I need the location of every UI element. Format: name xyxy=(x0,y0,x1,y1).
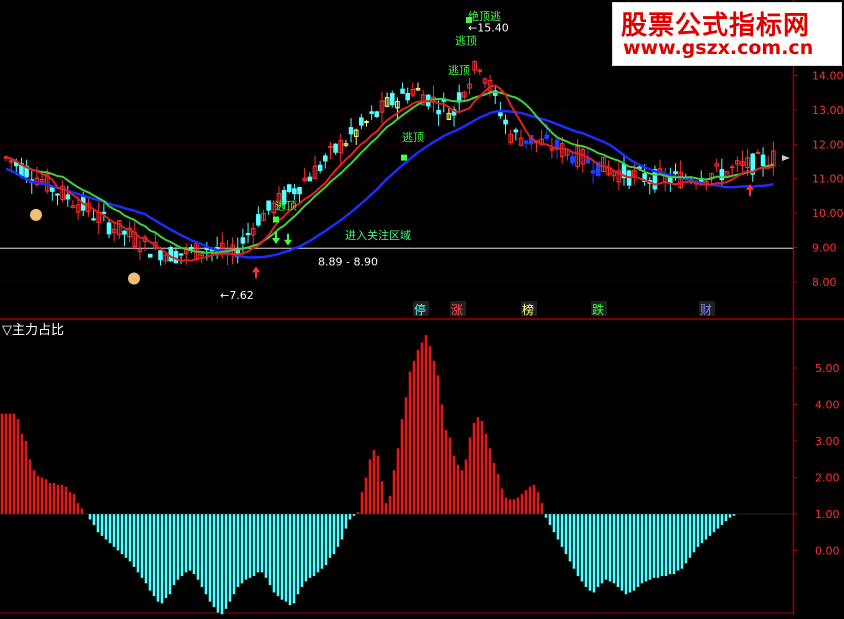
candle-body xyxy=(348,127,354,135)
money-bag-icon xyxy=(128,272,140,285)
candle-body xyxy=(436,109,441,115)
candle-body xyxy=(374,111,380,117)
candle-body xyxy=(590,170,596,174)
candle-body xyxy=(204,247,210,251)
escape-label: 逃顶 xyxy=(448,64,470,77)
indicator-histogram xyxy=(0,335,793,615)
candle-body xyxy=(323,155,328,162)
low-price-label: ←7.62 xyxy=(220,289,254,302)
peak-escape-label: 绝顶逃 xyxy=(468,9,501,23)
price-tick-label: 10.00 xyxy=(812,207,844,220)
candle-body xyxy=(65,194,71,200)
candle-body xyxy=(503,119,508,125)
candle-body xyxy=(189,246,194,250)
candle-body xyxy=(513,129,519,133)
candle-body xyxy=(389,93,395,106)
event-marker: 财 xyxy=(700,303,712,317)
candle-body xyxy=(544,134,550,139)
candle-body xyxy=(122,230,127,235)
escape-label: 逃顶 xyxy=(455,35,477,48)
event-marker: 跌 xyxy=(592,302,604,317)
price-tick-label: 9.00 xyxy=(812,242,837,255)
candle-body xyxy=(297,187,302,195)
indicator-title: ▽主力占比 xyxy=(2,323,64,338)
candle-body xyxy=(364,121,369,124)
indicator-tick-label: 3.00 xyxy=(815,435,840,448)
event-marker: 停 xyxy=(414,302,426,317)
candle-body xyxy=(168,247,174,262)
indicator-axis: 5.00 4.00 3.00 2.00 1.00 0.00 xyxy=(793,362,840,558)
indicator-tick-label: 4.00 xyxy=(815,399,840,412)
candle-body xyxy=(106,222,112,235)
chart-stage: 14.00 13.00 12.00 11.00 10.00 9.00 8.00 5.00 4.… xyxy=(0,0,844,615)
candle-body xyxy=(178,253,184,256)
price-pointer xyxy=(782,155,790,161)
candle-body xyxy=(673,171,678,175)
sell-arrow xyxy=(284,233,292,246)
price-tick-label: 13.00 xyxy=(812,104,844,117)
candle-body xyxy=(333,143,338,153)
escape-label: 逃顶 xyxy=(402,131,424,144)
price-band-label: 8.89 - 8.90 xyxy=(318,255,378,268)
event-marker: 榜 xyxy=(522,302,534,317)
candle-body xyxy=(760,154,766,167)
focus-zone-label: 进入关注区域 xyxy=(345,228,411,242)
candle-body xyxy=(245,232,251,236)
candle-body xyxy=(256,214,261,226)
candle-body xyxy=(523,140,529,144)
candle-body xyxy=(240,237,246,244)
event-marker: 涨 xyxy=(451,302,463,317)
buy-arrow xyxy=(252,266,260,279)
price-tick-label: 11.00 xyxy=(812,173,844,186)
candle-body xyxy=(55,193,60,196)
event-marker-row: 停涨榜跌财 xyxy=(413,301,715,317)
indicator-tick-label: 2.00 xyxy=(815,472,840,485)
candle-body xyxy=(359,117,364,126)
candle-body xyxy=(147,253,153,258)
candle-body xyxy=(729,166,735,169)
indicator-tick-label: 5.00 xyxy=(815,362,840,375)
signal-square xyxy=(401,154,407,161)
signal-square xyxy=(273,216,279,223)
candle-body xyxy=(400,88,405,94)
candle-body xyxy=(369,111,374,115)
candle-body xyxy=(158,250,163,261)
high-price-label: ←15.40 xyxy=(468,21,509,34)
indicator-tick-label: 0.00 xyxy=(815,545,840,558)
candle-body xyxy=(317,164,323,172)
candle-body xyxy=(570,156,575,164)
price-tick-label: 12.00 xyxy=(812,138,844,151)
indicator-tick-label: 1.00 xyxy=(815,508,840,521)
candle-body xyxy=(405,92,410,101)
watermark-box: 股票公式指标网 www.gszx.com.cn xyxy=(612,2,842,66)
candle-body xyxy=(286,184,292,192)
signal-square xyxy=(466,17,472,24)
candle-body xyxy=(307,176,313,182)
watermark-url: www.gszx.com.cn xyxy=(623,37,814,59)
price-tick-label: 14.00 xyxy=(812,70,844,83)
escape-label: 逃顶 xyxy=(275,200,297,213)
candle-body xyxy=(755,152,761,155)
candle-body xyxy=(292,188,297,195)
price-tick-label: 8.00 xyxy=(812,276,837,289)
chart-canvas: 14.00 13.00 12.00 11.00 10.00 9.00 8.00 5.00 4.… xyxy=(0,0,844,615)
money-bag-icon xyxy=(30,208,42,221)
candle-body xyxy=(173,251,179,264)
candle-body xyxy=(266,200,271,211)
candle-body xyxy=(91,218,96,221)
